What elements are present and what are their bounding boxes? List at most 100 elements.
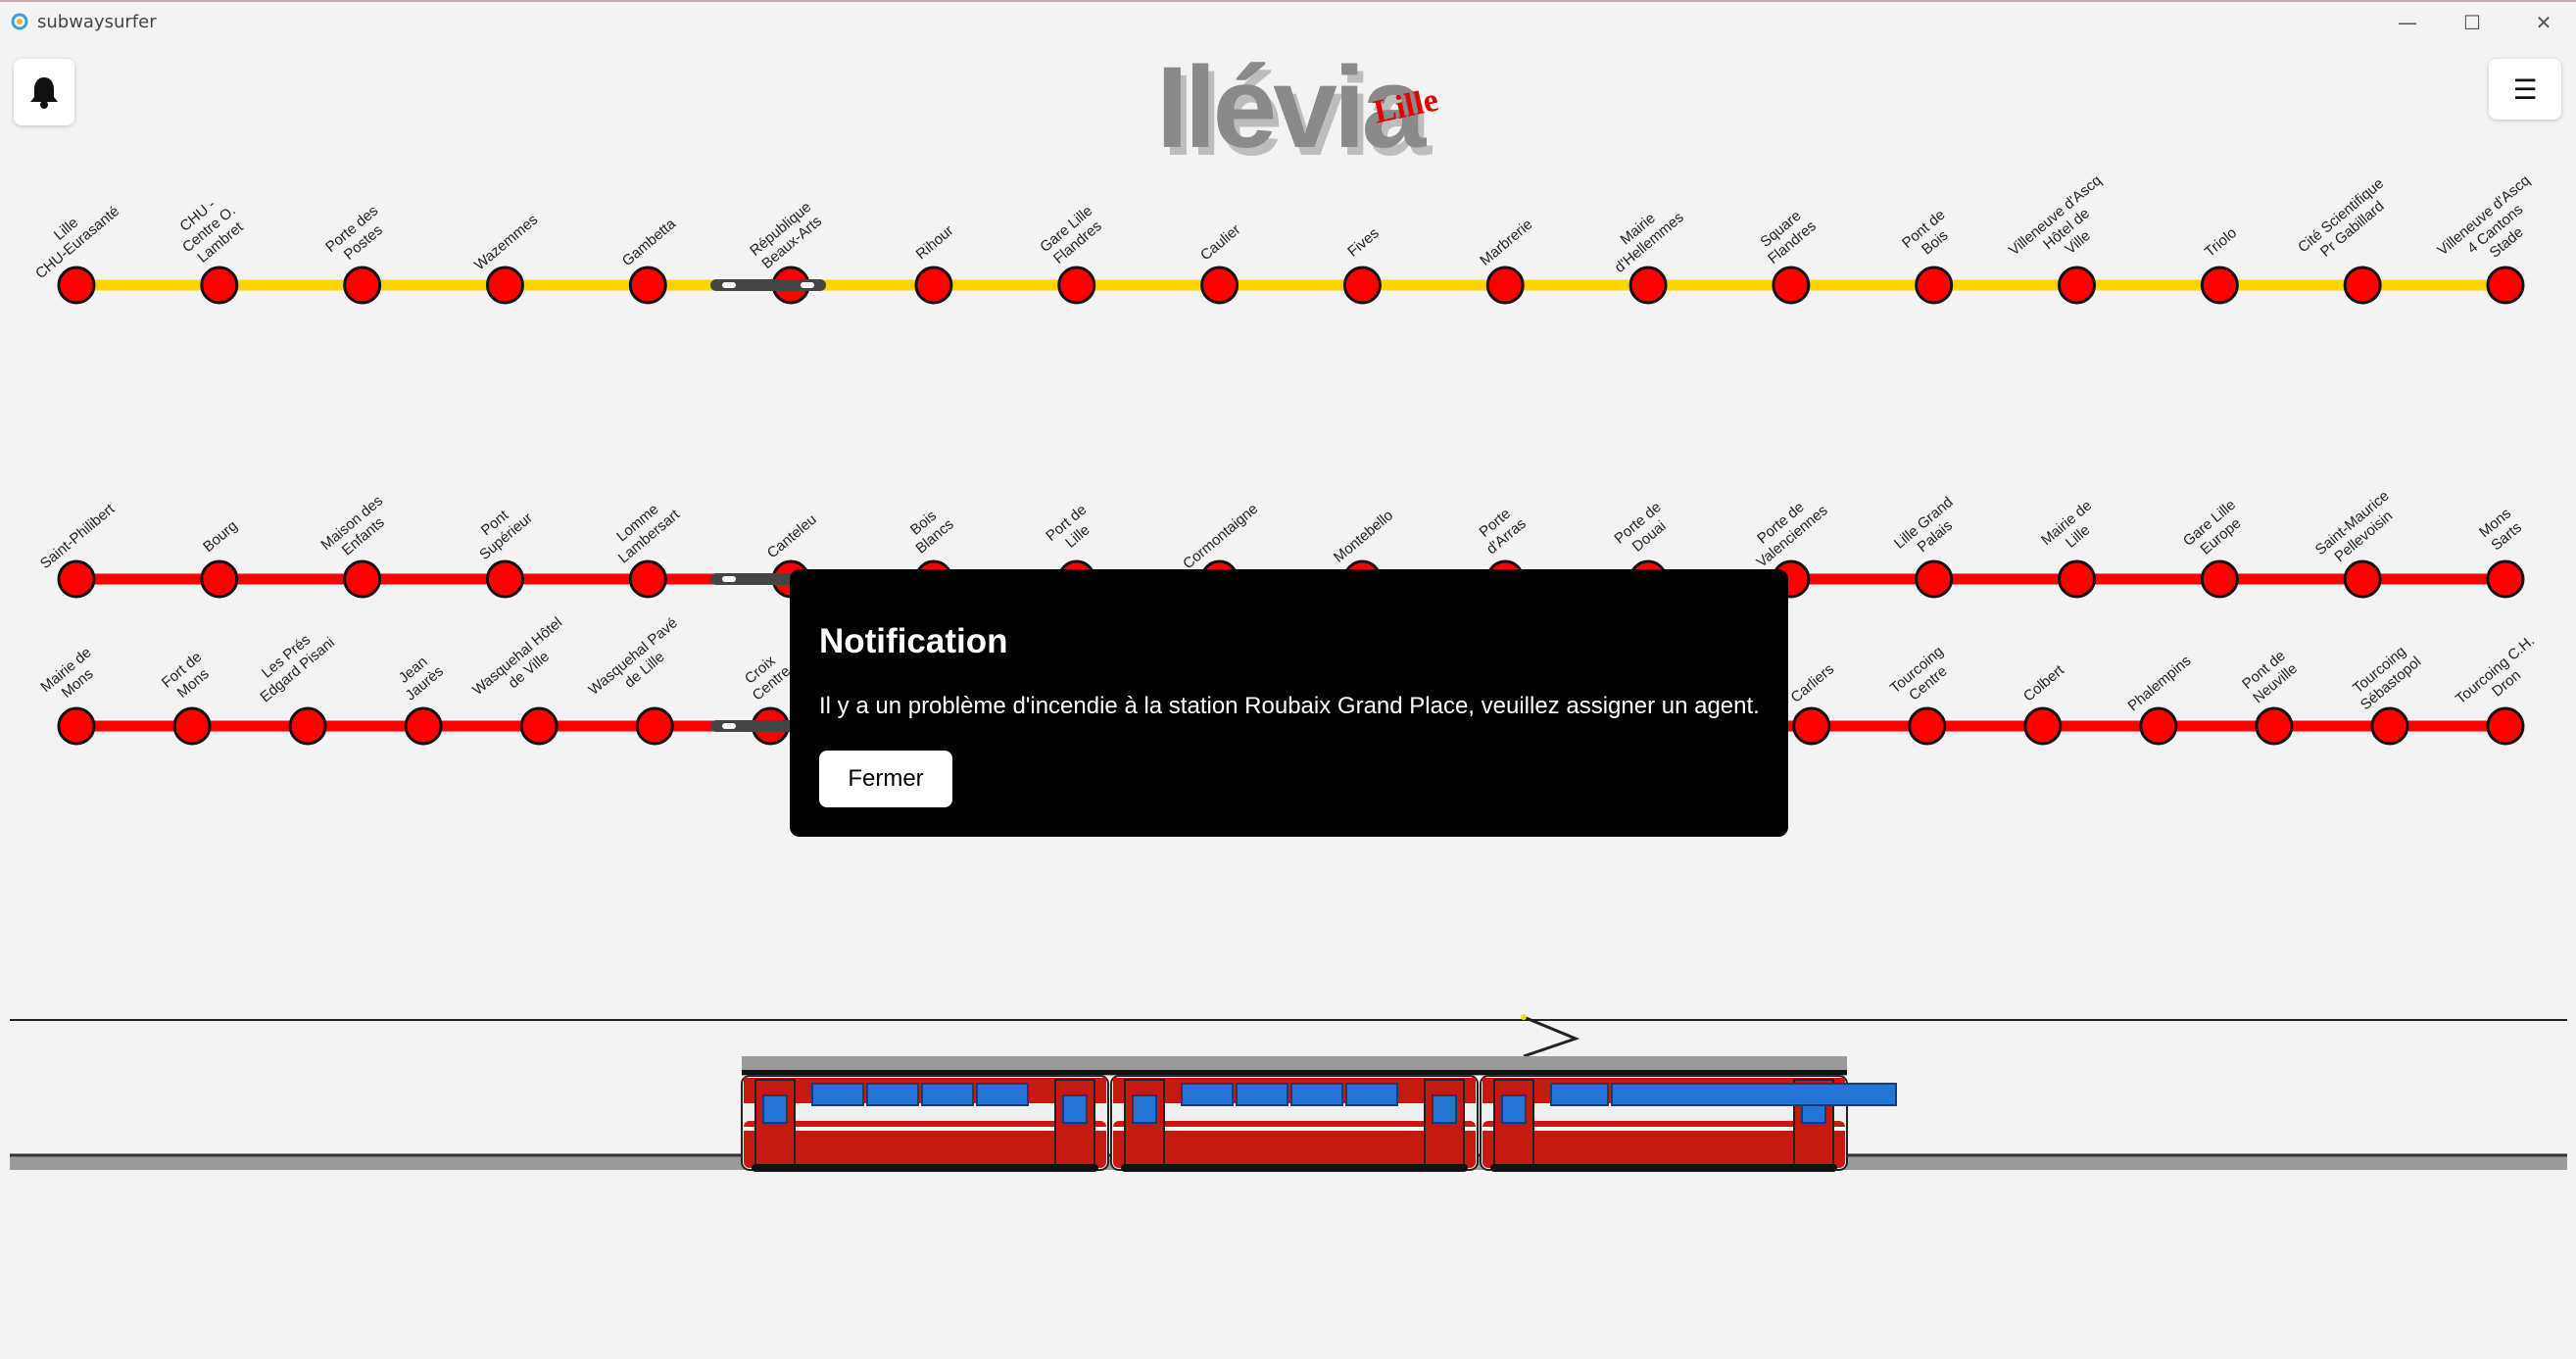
station-label: Phalempins (2124, 653, 2194, 714)
station-label: Fives (1344, 225, 1382, 261)
station-marker[interactable] (404, 706, 443, 746)
station-label: Mairied'Hellemmes (1600, 196, 1687, 276)
station-marker[interactable] (1915, 559, 1954, 599)
train-window (866, 1083, 919, 1106)
station-marker[interactable] (519, 706, 559, 746)
station-marker[interactable] (635, 706, 674, 746)
station-label: Marbrerie (1477, 216, 1535, 268)
train-window (921, 1083, 974, 1106)
train-window (1550, 1083, 1609, 1106)
notification-dialog: Notification Il y a un problème d'incend… (790, 569, 1788, 837)
station-label: Villeneuve d'AscqHôtel deVille (2006, 172, 2127, 286)
station-marker[interactable] (1792, 706, 1831, 746)
train-car-stripe (1482, 1127, 1845, 1131)
mini-train-window (801, 282, 814, 288)
station-marker[interactable] (2255, 706, 2294, 746)
station-label: CHU -Centre O.Lambret (168, 189, 250, 269)
station-label: Rihour (913, 222, 957, 263)
station-marker[interactable] (2058, 559, 2097, 599)
train-window (1236, 1083, 1288, 1106)
station-marker[interactable] (2139, 706, 2178, 746)
train-door-window (762, 1094, 788, 1124)
station-marker[interactable] (914, 266, 953, 305)
station-marker[interactable] (2343, 559, 2382, 599)
mini-train-window (722, 576, 736, 582)
spark (1521, 1014, 1527, 1020)
train-skirt (1121, 1164, 1468, 1172)
station-marker[interactable] (1342, 266, 1382, 305)
train-window (811, 1083, 864, 1106)
station-marker[interactable] (1485, 266, 1525, 305)
station-label: Mairie deMons (37, 644, 106, 708)
station-marker[interactable] (1908, 706, 1947, 746)
station-marker[interactable] (485, 559, 524, 599)
station-label: LommeLambersart (604, 492, 683, 566)
station-label: PontSupérieur (465, 496, 536, 563)
station-label: Pont deBois (1899, 207, 1960, 266)
station-marker[interactable] (57, 706, 96, 746)
station-marker[interactable] (485, 266, 524, 305)
station-marker[interactable] (1057, 266, 1096, 305)
station-label: TourcoingSébastopol (2346, 640, 2424, 713)
station-marker[interactable] (57, 559, 96, 599)
train-door-window (1132, 1094, 1157, 1124)
station-marker[interactable] (1915, 266, 1954, 305)
station-marker[interactable] (2200, 266, 2239, 305)
train-car-stripe (1113, 1127, 1476, 1131)
station-marker[interactable] (2486, 266, 2525, 305)
station-label: Wazemmes (471, 212, 541, 274)
station-label: MonsSarts (2476, 505, 2526, 554)
station-marker[interactable] (172, 706, 212, 746)
notification-message: Il y a un problème d'incendie à la stati… (819, 693, 1760, 719)
station-label: Cité ScientifiquePr Gabillard (2295, 175, 2399, 269)
station-label: Porte deValenciennes (1742, 489, 1831, 571)
train-window (976, 1083, 1029, 1106)
train-car-stripe (744, 1127, 1106, 1131)
station-marker[interactable] (200, 266, 239, 305)
station-marker[interactable] (628, 559, 667, 599)
station-label: Triolo (2202, 224, 2240, 261)
station-label: SquareFlandres (1754, 204, 1820, 267)
station-label: Pont deNeuville (2239, 647, 2301, 706)
notification-title: Notification (819, 622, 1008, 660)
close-notification-button[interactable]: Fermer (819, 751, 952, 807)
station-label: Wasquehal Hôtelde Ville (469, 614, 577, 712)
station-marker[interactable] (57, 266, 96, 305)
station-marker[interactable] (343, 559, 382, 599)
station-label: Saint-MauricePellevoisin (2312, 488, 2404, 572)
station-label: Gare LilleFlandres (1037, 203, 1107, 269)
train-roof-edge (742, 1070, 1847, 1075)
station-marker[interactable] (2486, 706, 2525, 746)
station-marker[interactable] (2200, 559, 2239, 599)
station-marker[interactable] (2058, 266, 2097, 305)
station-label: Port deLille (1043, 502, 1101, 558)
station-marker[interactable] (1200, 266, 1239, 305)
station-label: CroixCentre (738, 650, 794, 704)
mini-train-window (722, 723, 736, 729)
train-skirt (1490, 1164, 1837, 1172)
station-marker[interactable] (343, 266, 382, 305)
station-label: Fort deMons (159, 649, 217, 704)
station-label: Mairie deLille (2038, 497, 2107, 561)
station-label: Wasquehal Pavéde Lille (586, 614, 693, 711)
train-window (1181, 1083, 1234, 1106)
train-door-window (1501, 1094, 1527, 1124)
station-label: Caulier (1197, 221, 1243, 265)
station-marker[interactable] (1628, 266, 1668, 305)
station-label: TourcoingCentre (1887, 643, 1958, 710)
station-marker[interactable] (2486, 559, 2525, 599)
station-label: Bourg (200, 517, 241, 556)
station-marker[interactable] (1772, 266, 1811, 305)
station-label: Canteleu (764, 511, 820, 562)
station-label: Villeneuve d'Ascq4 CantonsStade (2434, 172, 2555, 286)
station-marker[interactable] (2370, 706, 2409, 746)
station-label: Les PrésEdgard Pisani (246, 620, 338, 705)
station-label: Gare LilleEurope (2180, 497, 2251, 563)
station-marker[interactable] (628, 266, 667, 305)
station-marker[interactable] (2343, 266, 2382, 305)
station-marker[interactable] (200, 559, 239, 599)
station-marker[interactable] (2023, 706, 2063, 746)
station-label: Gambetta (619, 215, 680, 269)
station-marker[interactable] (288, 706, 327, 746)
train-door-window (1432, 1094, 1457, 1124)
